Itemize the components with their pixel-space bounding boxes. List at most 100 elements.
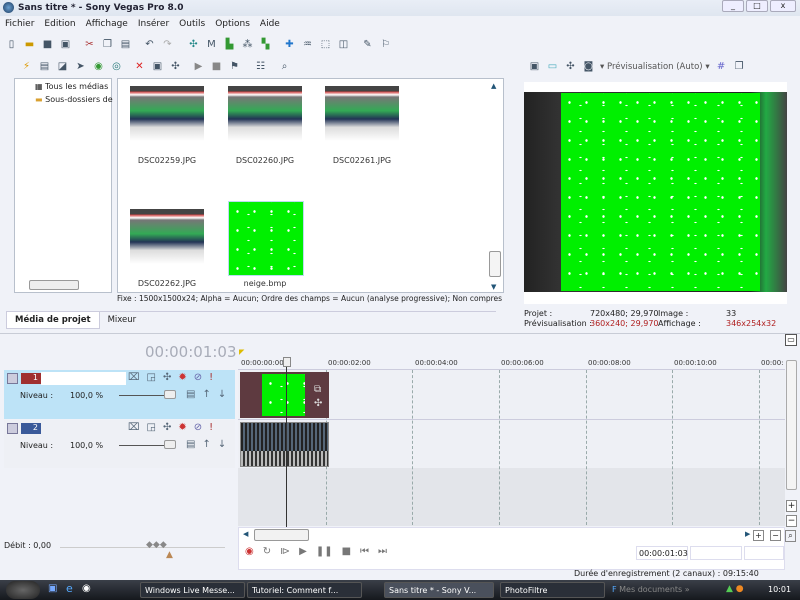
thumbnail-dsc02261[interactable] [325, 86, 399, 141]
open-icon[interactable]: ▬ [23, 38, 36, 51]
timeline-horizontal-scrollbar[interactable] [254, 529, 309, 541]
lock-icon[interactable]: ✎ [361, 38, 374, 51]
vertical-scrollbar[interactable] [786, 360, 797, 490]
close-button[interactable]: x [770, 0, 796, 12]
solo-icon[interactable]: ! [209, 372, 213, 383]
preview-fx-icon[interactable]: ✣ [564, 60, 577, 73]
split-screen-icon[interactable]: ◙ [582, 60, 595, 73]
zoom-tool-button[interactable]: ⌕ [785, 530, 796, 542]
snap-icon[interactable]: M [205, 38, 218, 51]
loop-marker-icon[interactable]: ◤ [239, 348, 244, 356]
track-header-2[interactable]: 2 ⌧ ◲ ✣ ✹ ⊘! Niveau : 100,0 % ▤ ↑ ↓ [4, 420, 235, 468]
external-monitor-icon[interactable]: ▭ [546, 60, 559, 73]
media-fx-icon[interactable]: ◎ [110, 60, 123, 73]
ignore-grouping-icon[interactable]: ⚐ [379, 38, 392, 51]
stop-icon[interactable]: ■ [210, 60, 223, 73]
scroll-up-icon[interactable]: ▲ [491, 82, 496, 90]
tree-item-all-media[interactable]: ▦ Tous les médias [35, 82, 108, 91]
copy-icon[interactable]: ❐ [101, 38, 114, 51]
make-parent-icon[interactable]: ↑ [202, 389, 210, 400]
capture-icon[interactable]: ▤ [38, 60, 51, 73]
rate-slider-thumb[interactable]: ◆◆◆ [146, 540, 167, 550]
envelope-icon[interactable]: ⁂ [241, 38, 254, 51]
go-to-start-button[interactable]: ⏮ [360, 546, 369, 557]
properties-icon[interactable]: ▣ [59, 38, 72, 51]
show-desktop-icon[interactable]: ▣ [48, 583, 57, 594]
new-icon[interactable]: ▯ [5, 38, 18, 51]
cut-icon[interactable]: ✂ [83, 38, 96, 51]
undo-icon[interactable]: ↶ [143, 38, 156, 51]
overlays-icon[interactable]: # [715, 60, 728, 73]
loop-button[interactable]: ↻ [263, 546, 271, 557]
track-settings-icon[interactable]: ✹ [178, 422, 186, 433]
level-slider-thumb[interactable] [164, 440, 176, 449]
track-motion-icon[interactable]: ⌧ [128, 422, 140, 433]
play-button[interactable]: ▶ [299, 546, 307, 557]
solo-icon[interactable]: ! [209, 422, 213, 433]
composite-mode-icon[interactable]: ◲ [147, 422, 156, 433]
mes-documents-toolbar[interactable]: F Mes documents » [612, 585, 690, 594]
composite-mode-icon[interactable]: ◲ [147, 372, 156, 383]
pause-button[interactable]: ❚❚ [316, 546, 333, 557]
menu-options[interactable]: Options [215, 19, 250, 31]
minimize-button[interactable]: _ [722, 0, 744, 12]
menu-edition[interactable]: Edition [44, 19, 75, 31]
track-header-1[interactable]: 1 ⌧ ◲ ✣ ✹ ⊘! Niveau : 100,0 % ▤ ↑ ↓ [4, 370, 235, 419]
playhead-handle[interactable] [283, 357, 291, 367]
menu-affichage[interactable]: Affichage [86, 19, 128, 31]
record-button[interactable]: ◉ [245, 546, 254, 557]
mute-icon[interactable]: ⊘ [194, 422, 202, 433]
plugin-icon[interactable]: ✣ [169, 60, 182, 73]
normal-edit-tool-icon[interactable]: ✚ [283, 38, 296, 51]
level-slider-thumb[interactable] [164, 390, 176, 399]
menu-fichier[interactable]: Fichier [5, 19, 34, 31]
task-photofiltre[interactable]: PhotoFiltre [500, 582, 605, 598]
scroll-right-icon[interactable]: ▶ [745, 530, 750, 538]
zoom-out-vertical-button[interactable]: − [786, 515, 797, 527]
thumbnail-dsc02259[interactable] [130, 86, 204, 141]
internet-explorer-icon[interactable]: e [66, 582, 73, 595]
thumbnail-dsc02260[interactable] [228, 86, 302, 141]
media-player-icon[interactable]: ◉ [82, 583, 91, 594]
task-windows-live-messenger[interactable]: Windows Live Messe... [140, 582, 245, 598]
paste-icon[interactable]: ▤ [119, 38, 132, 51]
clip-track-2[interactable] [240, 422, 329, 467]
rate-slider[interactable] [60, 547, 225, 548]
zoom-out-button[interactable]: − [770, 530, 781, 541]
playhead-cursor[interactable] [286, 358, 287, 528]
tab-media-de-projet[interactable]: Média de projet [6, 312, 100, 329]
zoom-in-vertical-button[interactable]: + [786, 500, 797, 512]
track-expand-icon[interactable] [7, 373, 18, 384]
auto-ripple-icon[interactable]: ✣ [187, 38, 200, 51]
thumbnail-neige[interactable] [228, 201, 304, 276]
track-name-input[interactable] [41, 372, 126, 385]
search-icon[interactable]: ⌕ [278, 60, 291, 73]
clip-neige[interactable]: ⧉ ✣ [240, 372, 329, 418]
tree-horizontal-scrollbar[interactable] [29, 280, 79, 290]
video-output-icon[interactable]: ▣ [528, 60, 541, 73]
envelope-tool-icon[interactable]: ♒ [301, 38, 314, 51]
play-from-start-button[interactable]: ⧐ [280, 546, 290, 557]
start-button[interactable] [6, 581, 40, 599]
zoom-in-button[interactable]: + [753, 530, 764, 541]
parent-icon[interactable]: ▤ [186, 439, 195, 450]
scroll-down-icon[interactable]: ▼ [491, 283, 496, 291]
redo-icon[interactable]: ↷ [161, 38, 174, 51]
tree-item-subfolders[interactable]: ▬ Sous-dossiers de [35, 95, 113, 104]
save-icon[interactable]: ■ [41, 38, 54, 51]
crossfade-icon[interactable]: ▚ [259, 38, 272, 51]
mute-icon[interactable]: ⊘ [194, 372, 202, 383]
play-icon[interactable]: ▶ [192, 60, 205, 73]
copy-snapshot-icon[interactable]: ❐ [733, 60, 746, 73]
maximize-button[interactable]: □ [746, 0, 768, 12]
tray-icons[interactable]: ▲ ● [726, 584, 744, 594]
make-child-icon[interactable]: ↓ [218, 389, 226, 400]
get-media-icon[interactable]: ◪ [56, 60, 69, 73]
stop-button[interactable]: ■ [342, 546, 351, 557]
make-parent-icon[interactable]: ↑ [202, 439, 210, 450]
preview-quality-dropdown[interactable]: ▾ Prévisualisation (Auto) ▾ [600, 62, 710, 72]
menu-aide[interactable]: Aide [260, 19, 280, 31]
go-to-end-button[interactable]: ⏭ [378, 546, 387, 557]
track-fx-icon[interactable]: ✣ [163, 422, 171, 433]
burn-icon[interactable]: ➤ [74, 60, 87, 73]
